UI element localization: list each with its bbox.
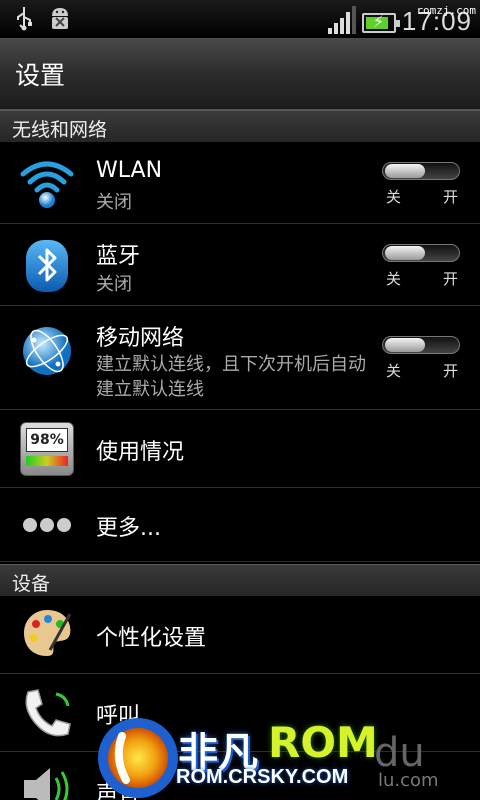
section-header-wireless: 无线和网络 [0,110,480,142]
usage-meter-text: 98% [26,428,68,452]
section-title-device: 设备 [12,573,51,595]
wlan-toggle[interactable]: 关 开 [382,162,462,207]
watermark-du-sub: lu.com [378,770,439,791]
toggle-knob[interactable] [385,246,425,260]
mobile-network-toggle[interactable]: 关 开 [382,336,462,381]
watermark-rom: ROM [268,718,378,767]
row-label-bluetooth: 蓝牙 [96,244,141,269]
row-label-more: 更多... [96,516,161,541]
battery-charging-icon: ⚡ [361,12,400,33]
toggle-knob[interactable] [385,338,425,352]
settings-row-wlan[interactable]: WLAN 关闭 关 开 [0,142,480,224]
globe-icon [23,327,71,375]
signal-icon [327,5,356,34]
row-label-wlan: WLAN [96,158,163,183]
section-header-device: 设备 [0,564,480,596]
status-bar: ⚡ 17:09 romzj.com [0,0,480,38]
toggle-off-label: 关 [386,188,402,206]
settings-row-usage[interactable]: 98% 使用情况 [0,410,480,488]
row-label-personalize: 个性化设置 [96,626,207,651]
row-sub-wlan: 关闭 [96,192,132,213]
usb-icon [17,7,32,31]
bluetooth-toggle[interactable]: 关 开 [382,244,462,289]
phone-icon [25,689,71,737]
watermark-romzj: romzj.com [416,4,476,17]
toggle-knob[interactable] [385,164,425,178]
toggle-track[interactable] [382,244,460,262]
android-debug-icon [52,8,68,29]
toggle-on-label: 开 [442,188,458,206]
row-label-mobile-network: 移动网络 [96,326,185,351]
usage-meter-icon: 98% [20,422,74,476]
title-bar: 设置 [0,38,480,110]
row-sub-mobile-network: 建立默认连线，且下次开机后自动建立默认连线 [96,354,366,400]
settings-row-bluetooth[interactable]: 蓝牙 关闭 关 开 [0,224,480,306]
toggle-on-label: 开 [442,270,458,288]
section-title-wireless: 无线和网络 [12,119,108,141]
page-title: 设置 [15,61,66,90]
row-label-usage: 使用情况 [96,440,185,465]
row-sub-bluetooth: 关闭 [96,274,132,295]
toggle-off-label: 关 [386,270,402,288]
more-dots-icon [23,518,71,532]
settings-row-personalize[interactable]: 个性化设置 [0,596,480,674]
toggle-track[interactable] [382,162,460,180]
speaker-icon [24,768,69,800]
settings-row-mobile-network[interactable]: 移动网络 建立默认连线，且下次开机后自动建立默认连线 关 开 [0,306,480,410]
palette-icon [24,610,72,656]
watermark-url: ROM.CRSKY.COM [176,766,349,788]
wifi-icon [20,161,74,208]
bluetooth-icon [26,240,68,292]
settings-row-more[interactable]: 更多... [0,488,480,562]
toggle-off-label: 关 [386,362,402,380]
toggle-track[interactable] [382,336,460,354]
toggle-on-label: 开 [442,362,458,380]
